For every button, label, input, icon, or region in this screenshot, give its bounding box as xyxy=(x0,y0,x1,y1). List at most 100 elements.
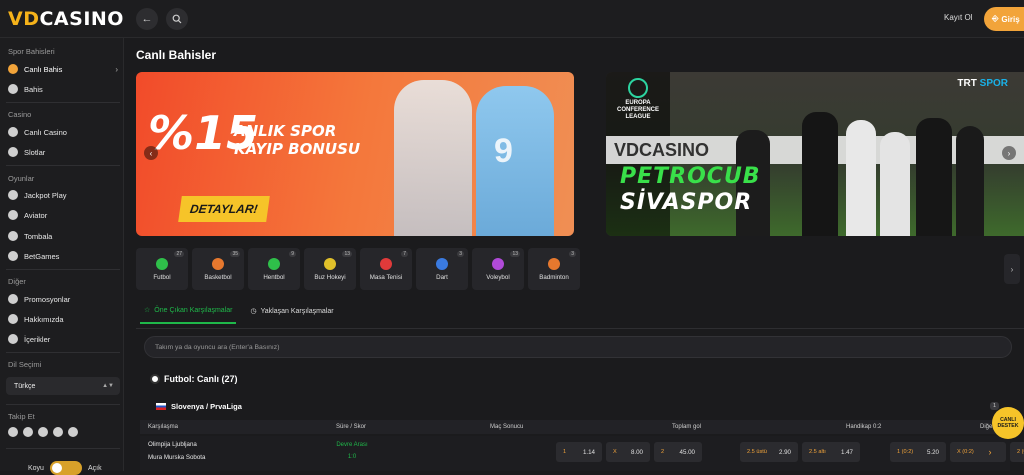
match-team2: SİVASPOR xyxy=(620,190,753,215)
theme-toggle[interactable] xyxy=(49,461,82,475)
section-other: Diğer xyxy=(8,277,26,286)
carousel-prev-button[interactable]: ‹ xyxy=(144,146,158,160)
sidebar-item-live-bets[interactable]: Canlı Bahis › xyxy=(8,61,120,77)
tab-upcoming[interactable]: ◷ Yaklaşan Karşılaşmalar xyxy=(246,304,337,324)
team-search-input[interactable]: Takım ya da oyuncu ara (Enter'a Basınız) xyxy=(144,336,1012,358)
sidebar-item-tombala[interactable]: Tombala xyxy=(8,228,120,244)
section-games: Oyunlar xyxy=(8,174,35,183)
sport-count-badge: 3 xyxy=(457,251,464,257)
plane-icon xyxy=(8,210,18,220)
sport-category[interactable]: 13 Voleybol xyxy=(472,248,524,290)
odd-button[interactable]: 2.5 üstü 2.90 xyxy=(740,442,798,462)
telegram-icon[interactable] xyxy=(53,427,63,437)
sidebar: Spor Bahisleri Canlı Bahis › Bahis Casin… xyxy=(0,38,124,475)
player-image: 9 xyxy=(476,86,554,236)
section-language: Dil Seçimi xyxy=(8,360,42,369)
sports-scroll-right-button[interactable]: › xyxy=(1004,254,1020,284)
player-figure xyxy=(846,120,876,236)
sidebar-item-live-casino[interactable]: Canlı Casino xyxy=(8,124,120,140)
search-button[interactable] xyxy=(166,8,188,30)
sport-category[interactable]: 13 Buz Hokeyi xyxy=(304,248,356,290)
tab-featured[interactable]: ☆ Öne Çıkan Karşılaşmalar xyxy=(140,304,237,324)
sport-count-badge: 35 xyxy=(230,251,240,257)
sport-icon xyxy=(268,257,280,270)
sidebar-item-slots[interactable]: Slotlar xyxy=(8,144,120,160)
sport-name: Buz Hokeyi xyxy=(314,273,346,281)
sport-category[interactable]: 35 Basketbol xyxy=(192,248,244,290)
odd-button[interactable]: 2.5 altı 1.47 xyxy=(802,442,860,462)
sidebar-item-about[interactable]: Hakkımızda xyxy=(8,311,120,327)
trophy-icon xyxy=(628,78,648,98)
odd-value: 2.90 xyxy=(778,448,791,456)
twitter-icon[interactable] xyxy=(23,427,33,437)
promo-banner-bonus[interactable]: %15 ANLIK SPOR KAYIP BONUSU DETAYLAR! 9 … xyxy=(136,72,574,236)
divider xyxy=(6,404,120,405)
col-total: Toplam gol xyxy=(672,424,702,430)
site-logo[interactable]: VDCASINO xyxy=(8,8,124,30)
live-icon xyxy=(8,64,18,74)
col-time: Süre / Skor xyxy=(336,424,367,430)
sport-name: Futbol xyxy=(153,273,171,281)
sport-name: Dart xyxy=(436,273,448,281)
divider xyxy=(6,165,120,166)
odd-value: 5.20 xyxy=(926,448,939,456)
sport-category[interactable]: 9 Hentbol xyxy=(248,248,300,290)
theme-light-label: Açık xyxy=(87,464,102,472)
sidebar-item-aviator[interactable]: Aviator xyxy=(8,207,120,223)
theme-switch: Koyu Açık xyxy=(28,461,102,475)
league-count-badge: 1 xyxy=(990,402,1000,410)
register-link[interactable]: Kayıt Ol xyxy=(944,13,972,22)
section-follow: Takip Et xyxy=(8,412,35,421)
match-status: Devre Arası xyxy=(336,442,368,448)
sport-name: Badminton xyxy=(539,273,569,281)
facebook-icon[interactable] xyxy=(8,427,18,437)
sidebar-item-betgames[interactable]: BetGames xyxy=(8,248,120,264)
youtube-icon[interactable] xyxy=(68,427,78,437)
sport-count-badge: 7 xyxy=(401,251,408,257)
odd-button[interactable]: 2 (0:2)1.75 xyxy=(1010,442,1024,462)
star-icon: ☆ xyxy=(144,307,151,314)
league-header[interactable]: Slovenya / PrvaLiga xyxy=(156,402,242,411)
instagram-icon[interactable] xyxy=(38,427,48,437)
home-team: Olimpija Ljubljana xyxy=(148,441,197,448)
section-sports: Spor Bahisleri xyxy=(8,47,55,56)
betgames-icon xyxy=(8,251,18,261)
login-button[interactable]: ⎆ Giriş xyxy=(984,7,1024,31)
match-tabs: ☆ Öne Çıkan Karşılaşmalar ◷ Yaklaşan Kar… xyxy=(140,304,338,324)
promo-banner-match[interactable]: EUROPA CONFERENCE LEAGUE VDCASINO PETROC… xyxy=(606,72,1024,236)
sidebar-item-contents[interactable]: İçerikler xyxy=(8,331,120,347)
more-markets-button[interactable]: › xyxy=(976,442,1004,462)
sidebar-item-jackpot-play[interactable]: Jackpot Play xyxy=(8,187,120,203)
sport-category[interactable]: 3 Badminton xyxy=(528,248,580,290)
live-football-heading: Futbol: Canlı (27) xyxy=(150,374,238,384)
chevron-right-icon: › xyxy=(1010,264,1014,274)
odd-label: 1 (0:2) xyxy=(897,449,914,455)
sport-category[interactable]: 3 Dart xyxy=(416,248,468,290)
odd-label: 2 (0:2) xyxy=(1017,449,1024,455)
sport-category[interactable]: 7 Masa Tenisi xyxy=(360,248,412,290)
odd-button[interactable]: 1 (0:2) 5.20 xyxy=(890,442,946,462)
football-icon xyxy=(150,374,160,384)
sport-icon xyxy=(492,257,504,270)
language-select[interactable]: Türkçe ▲▼ xyxy=(6,377,120,395)
odd-label: X xyxy=(613,449,617,455)
odd-button[interactable]: 1 1.14 xyxy=(556,442,602,462)
player-figure xyxy=(880,132,910,236)
chevron-right-icon: › xyxy=(1007,148,1011,158)
sidebar-item-promotions[interactable]: Promosyonlar xyxy=(8,291,120,307)
page-title: Canlı Bahisler xyxy=(136,48,217,62)
odd-label: 1 xyxy=(563,449,567,455)
live-support-button[interactable]: CANLI DESTEK xyxy=(992,407,1024,439)
away-team: Mura Murska Sobota xyxy=(148,454,206,461)
sidebar-item-bets[interactable]: Bahis xyxy=(8,81,120,97)
sport-count-badge: 27 xyxy=(174,251,184,257)
sport-icon xyxy=(156,257,168,270)
banner-details-button[interactable]: DETAYLAR! xyxy=(178,196,270,222)
back-button[interactable]: ← xyxy=(136,8,158,30)
carousel-next-button[interactable]: › xyxy=(1002,146,1016,160)
odd-button[interactable]: 2 45.00 xyxy=(654,442,702,462)
table-row[interactable]: Olimpija Ljubljana Mura Murska Sobota De… xyxy=(140,436,1024,471)
chevron-right-icon: › xyxy=(988,447,992,457)
odd-button[interactable]: X 8.00 xyxy=(606,442,650,462)
sport-category[interactable]: 27 Futbol xyxy=(136,248,188,290)
